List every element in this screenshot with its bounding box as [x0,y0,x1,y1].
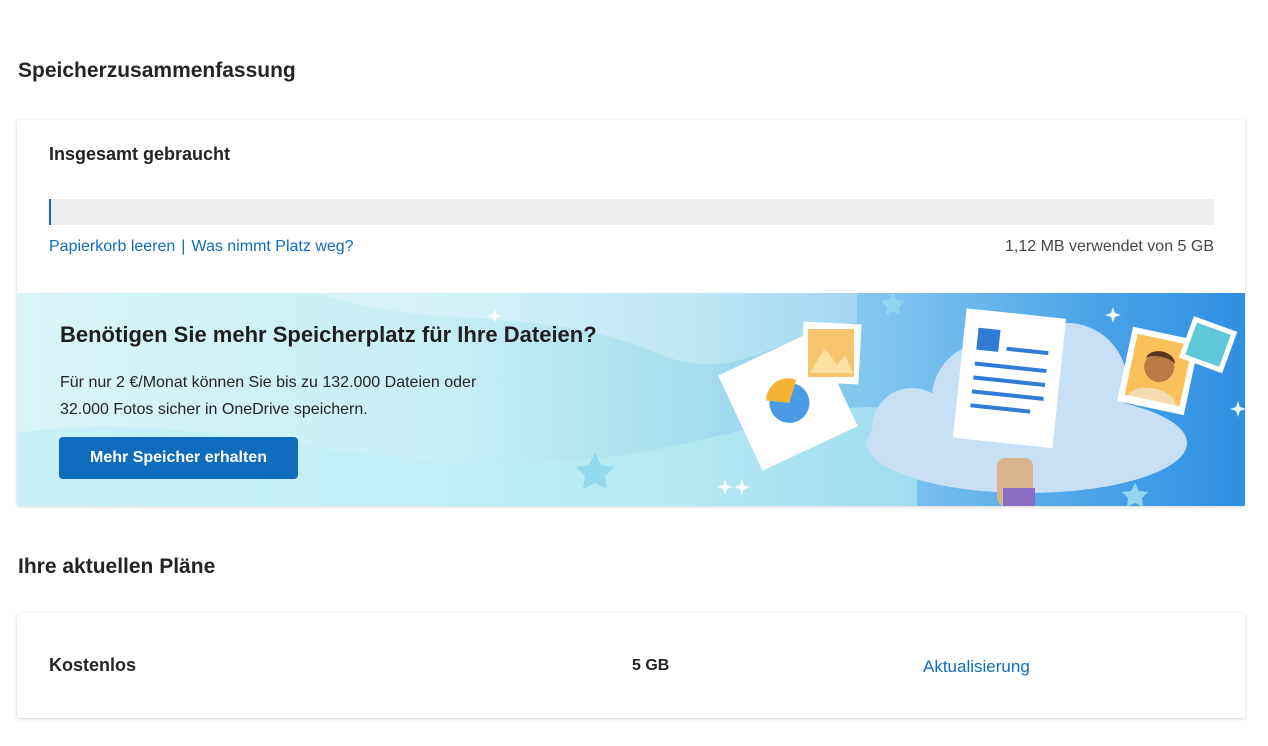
storage-progress-bar [49,199,1214,225]
plan-name: Kostenlos [49,655,137,675]
storage-summary-card: Insgesamt gebraucht Papierkorb leeren | Wa… [17,120,1245,506]
promo-title: Benötigen Sie mehr Speicherplatz für Ihr… [60,322,597,347]
promo-text-line-1: Für nur 2 €/Monat können Sie bis zu 132.… [60,374,477,391]
plan-storage-size: 5 GB [632,657,670,674]
storage-links: Papierkorb leeren | Was nimmt Platz weg? [49,238,354,256]
document-icon [952,308,1067,449]
storage-summary-title: Speicherzusammenfassung [18,59,296,82]
usage-text: 1,12 MB verwendet von 5 GB [1005,238,1214,255]
current-plans-title: Ihre aktuellen Pläne [18,555,216,578]
hand-icon [997,458,1035,506]
cloud-documents-illustration [718,293,1245,506]
promo-description: Für nur 2 €/Monat können Sie bis zu 132.… [60,369,580,423]
storage-upsell-banner: Benötigen Sie mehr Speicherplatz für Ihr… [17,293,1245,506]
plans-card: Kostenlos 5 GB Aktualisierung [17,613,1245,718]
empty-trash-link[interactable]: Papierkorb leeren [49,238,175,255]
link-separator: | [181,238,186,255]
promo-text-line-2: 32.000 Fotos sicher in OneDrive speicher… [60,401,368,418]
total-used-heading: Insgesamt gebraucht [49,144,231,164]
what-takes-space-link[interactable]: Was nimmt Platz weg? [191,238,353,255]
storage-progress-fill [49,199,51,225]
plan-upgrade-link[interactable]: Aktualisierung [923,657,1030,677]
photo-icon [800,321,862,385]
get-more-storage-button[interactable]: Mehr Speicher erhalten [59,437,298,479]
